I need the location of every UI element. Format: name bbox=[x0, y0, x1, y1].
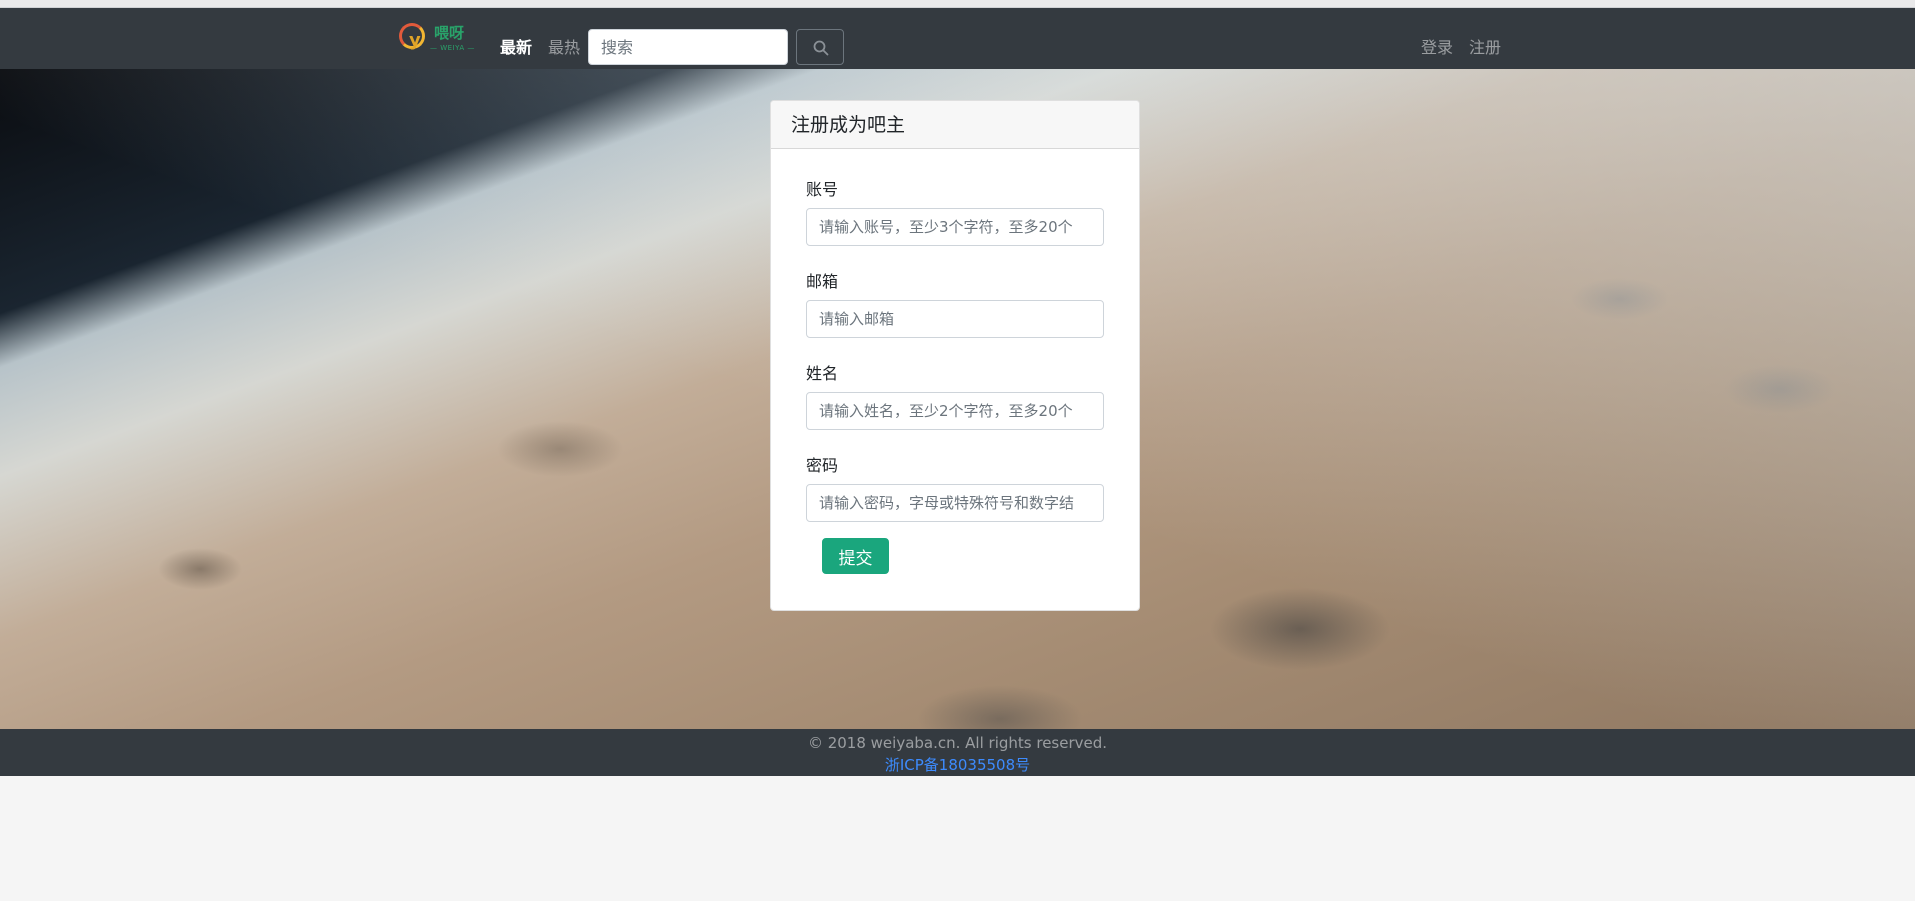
email-label: 邮箱 bbox=[806, 272, 839, 291]
browser-top-strip bbox=[0, 0, 1915, 8]
submit-button[interactable]: 提交 bbox=[822, 538, 889, 574]
logo-y-glyph: y bbox=[409, 30, 421, 51]
search-button[interactable] bbox=[796, 29, 844, 65]
search-input[interactable] bbox=[588, 29, 788, 65]
icp-link[interactable]: 浙ICP备18035508号 bbox=[0, 756, 1915, 774]
register-link[interactable]: 注册 bbox=[1469, 38, 1501, 58]
search-icon bbox=[813, 40, 829, 56]
account-input[interactable] bbox=[806, 208, 1104, 246]
account-label: 账号 bbox=[806, 180, 839, 199]
login-link[interactable]: 登录 bbox=[1421, 38, 1453, 58]
register-card: 注册成为吧主 账号 邮箱 姓名 密码 提交 bbox=[770, 100, 1140, 611]
name-input[interactable] bbox=[806, 392, 1104, 430]
nav-hottest[interactable]: 最热 bbox=[548, 38, 580, 58]
logo-word: 喂呀 bbox=[434, 24, 465, 42]
email-input[interactable] bbox=[806, 300, 1104, 338]
footer: © 2018 weiyaba.cn. All rights reserved. … bbox=[0, 729, 1915, 776]
footer-copyright: © 2018 weiyaba.cn. All rights reserved. bbox=[807, 734, 1108, 752]
register-card-title: 注册成为吧主 bbox=[771, 101, 1139, 149]
password-label: 密码 bbox=[806, 456, 839, 475]
logo-subtitle: — WEIYA — bbox=[430, 44, 475, 52]
nav-latest[interactable]: 最新 bbox=[500, 38, 532, 58]
password-input[interactable] bbox=[806, 484, 1104, 522]
site-logo[interactable]: y 喂呀 — WEIYA — bbox=[397, 20, 477, 56]
navbar: y 喂呀 — WEIYA — 最新 最热 登录 注册 bbox=[0, 8, 1915, 69]
name-label: 姓名 bbox=[806, 364, 839, 383]
